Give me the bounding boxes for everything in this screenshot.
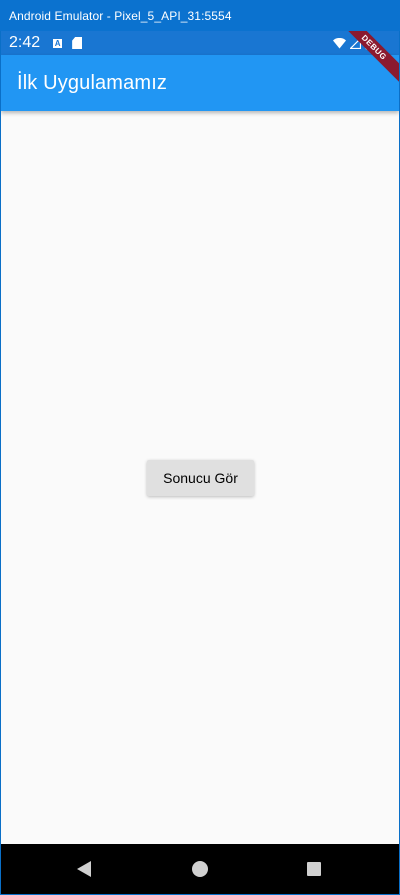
status-time: 2:42 (9, 34, 41, 51)
recents-icon[interactable] (307, 862, 321, 876)
navigation-bar (1, 844, 399, 894)
wifi-icon (333, 38, 346, 49)
device-screen: 2:42 A DEBUG İlk Uygulamamız Sonucu Gör (1, 31, 399, 894)
home-icon[interactable] (192, 861, 208, 877)
status-bar: 2:42 A (1, 31, 399, 55)
see-result-button[interactable]: Sonucu Gör (147, 460, 254, 496)
notification-icons: A (53, 37, 83, 49)
main-content: Sonucu Gör (1, 111, 399, 844)
a-notification-icon: A (53, 38, 63, 48)
app-bar: İlk Uygulamamız (1, 55, 399, 111)
back-icon[interactable] (77, 861, 91, 877)
emulator-title: Android Emulator - Pixel_5_API_31:5554 (9, 8, 232, 23)
app-title: İlk Uygulamamız (17, 71, 168, 94)
emulator-title-bar: Android Emulator - Pixel_5_API_31:5554 (0, 0, 400, 31)
sd-card-icon (72, 37, 83, 49)
